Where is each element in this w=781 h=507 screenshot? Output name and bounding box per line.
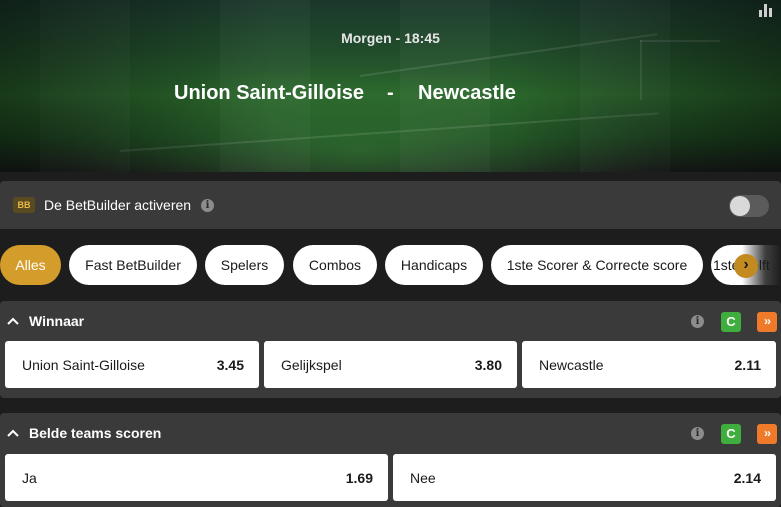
odds-value: 1.69 — [345, 470, 373, 486]
odds-button[interactable]: Nee 2.14 — [393, 454, 776, 501]
odds-value: 2.14 — [733, 470, 761, 486]
info-icon[interactable]: i — [691, 427, 704, 440]
info-icon[interactable]: i — [201, 199, 214, 212]
market-header[interactable]: Belde teams scoren i C ›› — [0, 413, 781, 453]
filter-chip-first-scorer[interactable]: 1ste Scorer & Correcte score — [491, 245, 703, 285]
chevron-right-icon[interactable]: › — [734, 254, 758, 278]
home-team: Union Saint-Gilloise — [174, 82, 365, 104]
betbuilder-badge: BB — [13, 197, 35, 213]
betbuilder-bar: BB De BetBuilder activeren i — [0, 181, 781, 229]
odds-value: 3.80 — [474, 357, 502, 373]
market-title: Belde teams scoren — [29, 425, 162, 441]
selection-label: Ja — [22, 470, 37, 486]
betbuilder-label: De BetBuilder activeren — [44, 197, 192, 213]
fast-bet-icon[interactable]: ›› — [757, 424, 777, 444]
match-time: Morgen - 18:45 — [341, 30, 440, 46]
filter-chip-handicaps[interactable]: Handicaps — [385, 245, 483, 285]
event-hero: Morgen - 18:45 Union Saint-Gilloise - Ne… — [0, 0, 781, 172]
fast-bet-icon[interactable]: ›› — [757, 312, 777, 332]
filter-chip-combos[interactable]: Combos — [293, 245, 377, 285]
cashout-icon[interactable]: C — [721, 424, 741, 444]
odds-value: 2.11 — [734, 357, 761, 373]
market-title: Winnaar — [29, 313, 85, 329]
betbuilder-toggle[interactable] — [729, 195, 769, 217]
info-icon[interactable]: i — [691, 315, 704, 328]
market-filter-bar: Alles Fast BetBuilder Spelers Combos Han… — [0, 245, 781, 285]
toggle-knob — [730, 196, 750, 216]
odds-button[interactable]: Ja 1.69 — [5, 454, 388, 501]
selection-label: Nee — [410, 470, 436, 486]
selection-label: Union Saint-Gilloise — [22, 357, 145, 373]
filter-chip-alles[interactable]: Alles — [0, 245, 61, 285]
odds-button[interactable]: Union Saint-Gilloise 3.45 — [5, 341, 259, 388]
away-team: Newcastle — [418, 82, 516, 104]
selection-label: Newcastle — [539, 357, 604, 373]
odds-button[interactable]: Newcastle 2.11 — [522, 341, 776, 388]
odds-value: 3.45 — [216, 357, 244, 373]
stats-icon[interactable] — [759, 3, 773, 17]
chevron-up-icon[interactable] — [7, 315, 19, 327]
market-header[interactable]: Winnaar i C ›› — [0, 301, 781, 341]
team-separator: - — [387, 82, 394, 104]
market-winnaar: Winnaar i C ›› Union Saint-Gilloise 3.45… — [0, 301, 781, 398]
filter-chip-spelers[interactable]: Spelers — [205, 245, 284, 285]
chevron-up-icon[interactable] — [7, 427, 19, 439]
odds-button[interactable]: Gelijkspel 3.80 — [264, 341, 517, 388]
cashout-icon[interactable]: C — [721, 312, 741, 332]
filter-chip-fast-betbuilder[interactable]: Fast BetBuilder — [69, 245, 197, 285]
selection-label: Gelijkspel — [281, 357, 342, 373]
market-both-teams-score: Belde teams scoren i C ›› Ja 1.69 Nee 2.… — [0, 413, 781, 507]
